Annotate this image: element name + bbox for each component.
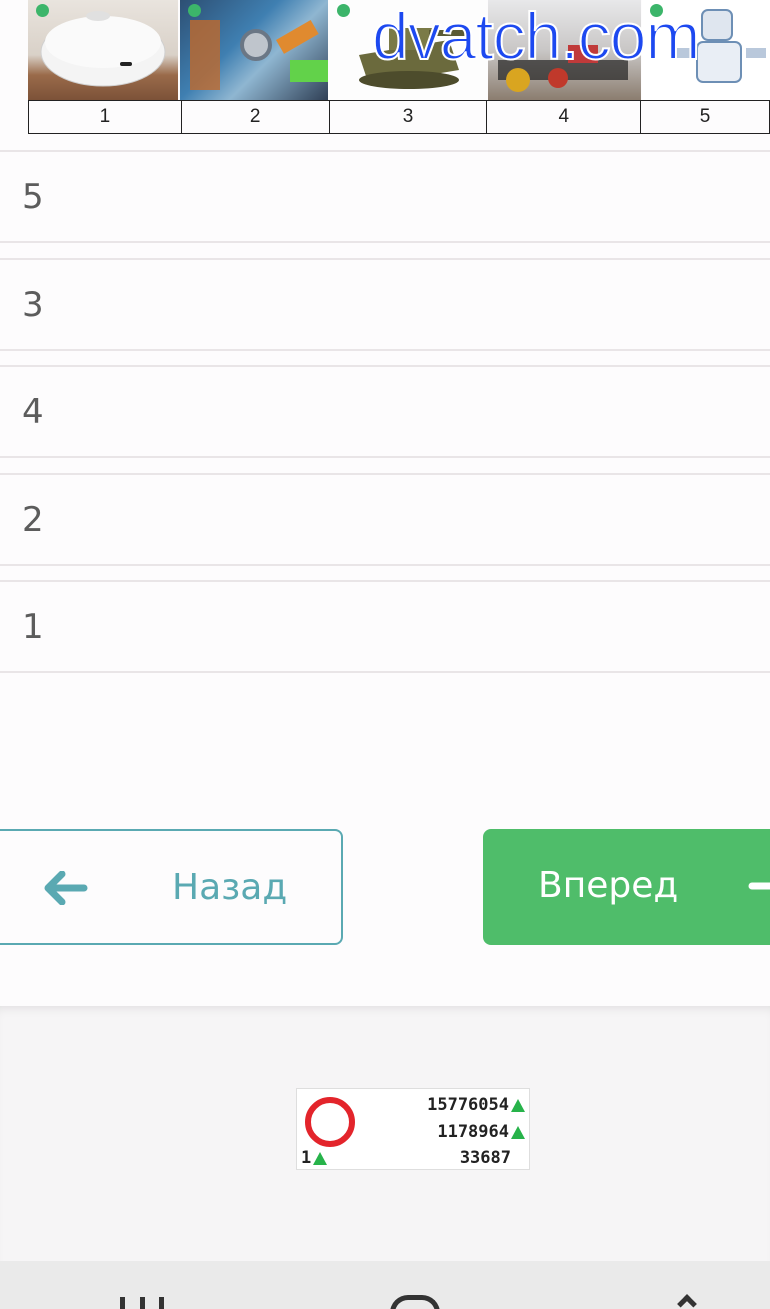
answer-value: 3 <box>22 284 44 325</box>
robot-vacuum-image <box>28 0 178 100</box>
counter-line: 1178964 <box>437 1122 525 1142</box>
arrow-left-icon <box>44 871 88 905</box>
image-number-cell: 2 <box>182 101 330 133</box>
answer-row[interactable]: 3 <box>0 258 770 351</box>
image-number-row: 1 2 3 4 5 <box>28 100 770 134</box>
image-number-cell: 5 <box>641 101 770 133</box>
image-number-cell: 3 <box>330 101 488 133</box>
answer-row[interactable]: 4 <box>0 365 770 458</box>
up-triangle-icon <box>511 1098 525 1112</box>
arrow-right-icon <box>748 882 770 890</box>
next-button[interactable]: Вперед <box>483 829 770 945</box>
answer-row[interactable]: 5 <box>0 150 770 243</box>
recents-icon[interactable] <box>120 1297 164 1309</box>
counter-hosts: 1178964 <box>437 1122 509 1142</box>
back-button[interactable]: Назад <box>0 829 343 945</box>
back-nav-icon[interactable] <box>677 1294 697 1309</box>
answer-row[interactable]: 2 <box>0 473 770 566</box>
counter-online: 1 <box>301 1148 312 1168</box>
up-triangle-icon <box>313 1151 328 1165</box>
home-icon[interactable] <box>390 1295 440 1309</box>
watermark: dvatch.com <box>371 0 701 74</box>
answer-value: 5 <box>22 176 44 217</box>
answer-value: 2 <box>22 499 44 540</box>
counter-total: 15776054 <box>427 1095 509 1115</box>
image-number-cell: 1 <box>29 101 182 133</box>
counter-ring-icon <box>305 1097 355 1147</box>
up-triangle-icon <box>511 1125 525 1139</box>
counter-line: 1 <box>301 1148 328 1168</box>
visit-counter-widget[interactable]: 15776054 1178964 1 33687 <box>296 1088 530 1170</box>
image-number-cell: 4 <box>487 101 642 133</box>
industrial-robot-arms-image <box>180 0 328 100</box>
answer-value: 4 <box>22 391 44 432</box>
counter-today: 33687 <box>459 1148 511 1168</box>
counter-line: 15776054 <box>427 1095 525 1115</box>
back-button-label: Назад <box>172 867 288 908</box>
next-button-label: Вперед <box>538 865 679 906</box>
android-nav-bar <box>0 1261 770 1309</box>
page: 1 2 3 4 5 dvatch.com 5 3 4 2 1 Назад Впе… <box>0 0 770 1309</box>
counter-line: 33687 <box>460 1148 511 1168</box>
answer-value: 1 <box>22 606 44 647</box>
answer-row[interactable]: 1 <box>0 580 770 673</box>
